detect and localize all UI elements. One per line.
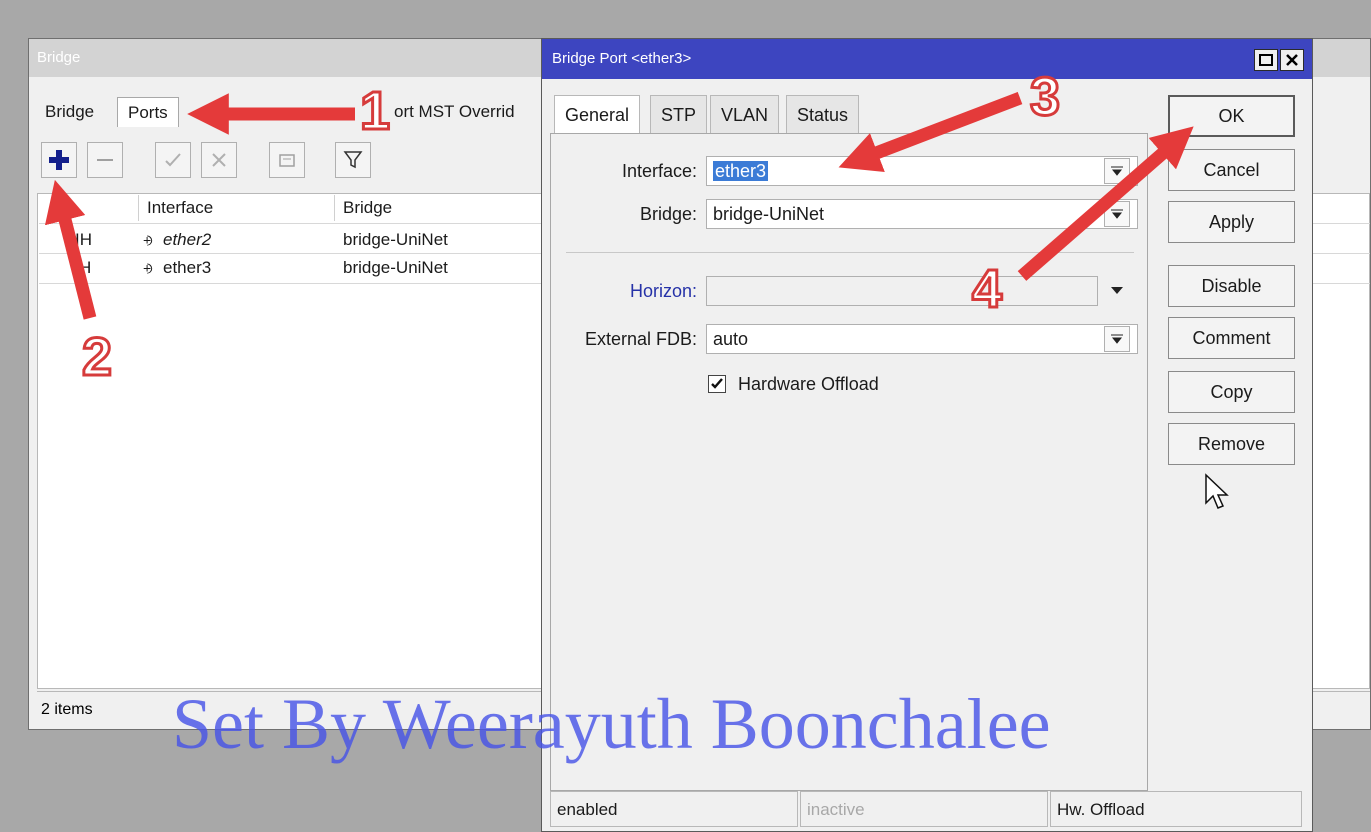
- arrow-2: [44, 179, 97, 320]
- callout-3: 3: [1028, 67, 1061, 127]
- arrow-3: [838, 91, 1023, 172]
- watermark-text: Set By Weerayuth Boonchalee: [172, 684, 1051, 764]
- arrow-4: [1017, 126, 1194, 281]
- callout-2: 2: [80, 327, 113, 387]
- callout-1: 1: [358, 81, 391, 141]
- callout-4: 4: [970, 259, 1003, 319]
